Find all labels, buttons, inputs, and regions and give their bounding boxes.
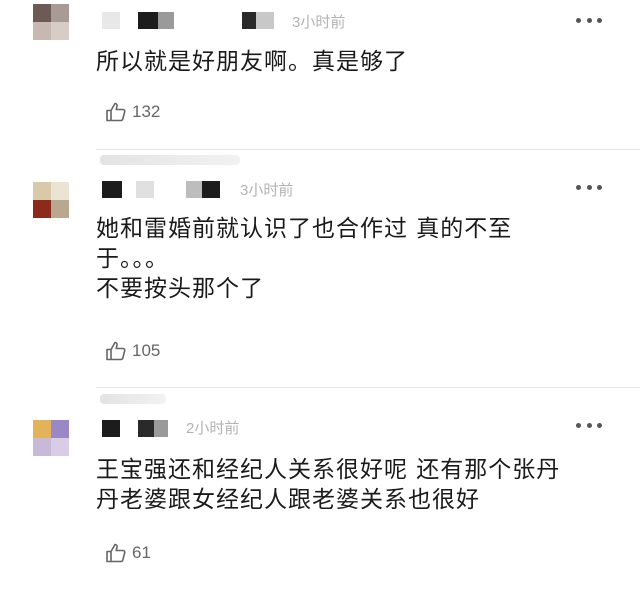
comment-text: 王宝强还和经纪人关系很好呢 还有那个张丹 丹老婆跟女经纪人跟老婆关系也很好 bbox=[96, 455, 600, 515]
reply-preview-redacted bbox=[100, 394, 166, 404]
comment-timestamp: 3小时前 bbox=[292, 14, 346, 31]
like-button[interactable]: 105 bbox=[104, 338, 160, 364]
comment-timestamp: 3小时前 bbox=[240, 182, 294, 199]
more-dots-icon[interactable] bbox=[576, 183, 602, 191]
comment-text-line: 于。。。 bbox=[96, 246, 169, 272]
like-count: 132 bbox=[132, 102, 161, 121]
like-button[interactable]: 61 bbox=[104, 540, 151, 566]
avatar[interactable] bbox=[33, 4, 69, 40]
thumbs-up-icon bbox=[106, 543, 126, 563]
username-redacted[interactable] bbox=[102, 181, 242, 199]
comment-text-line: 丹老婆跟女经纪人跟老婆关系也很好 bbox=[96, 487, 480, 513]
username-redacted[interactable] bbox=[102, 420, 182, 438]
reply-preview-redacted bbox=[100, 155, 240, 165]
username-redacted[interactable] bbox=[102, 12, 282, 30]
comment-text: 所以就是好朋友啊。真是够了 bbox=[96, 47, 600, 77]
comment-text-line: 她和雷婚前就认识了也合作过 真的不至 bbox=[96, 216, 513, 242]
divider bbox=[96, 387, 640, 388]
more-dots-icon[interactable] bbox=[576, 16, 602, 24]
comment-text-line: 所以就是好朋友啊。真是够了 bbox=[96, 49, 408, 75]
divider bbox=[96, 149, 640, 150]
comment-text: 她和雷婚前就认识了也合作过 真的不至 于。。。 不要按头那个了 bbox=[96, 214, 600, 304]
comment-timestamp: 2小时前 bbox=[186, 420, 240, 437]
avatar[interactable] bbox=[33, 420, 69, 456]
thumbs-up-icon bbox=[106, 341, 126, 361]
comment-text-line: 王宝强还和经纪人关系很好呢 还有那个张丹 bbox=[96, 457, 561, 483]
thumbs-up-icon bbox=[106, 102, 126, 122]
more-dots-icon[interactable] bbox=[576, 421, 602, 429]
like-button[interactable]: 132 bbox=[104, 99, 160, 125]
comment-text-line: 不要按头那个了 bbox=[96, 276, 264, 302]
avatar[interactable] bbox=[33, 182, 69, 218]
like-count: 61 bbox=[132, 543, 151, 562]
like-count: 105 bbox=[132, 341, 161, 360]
